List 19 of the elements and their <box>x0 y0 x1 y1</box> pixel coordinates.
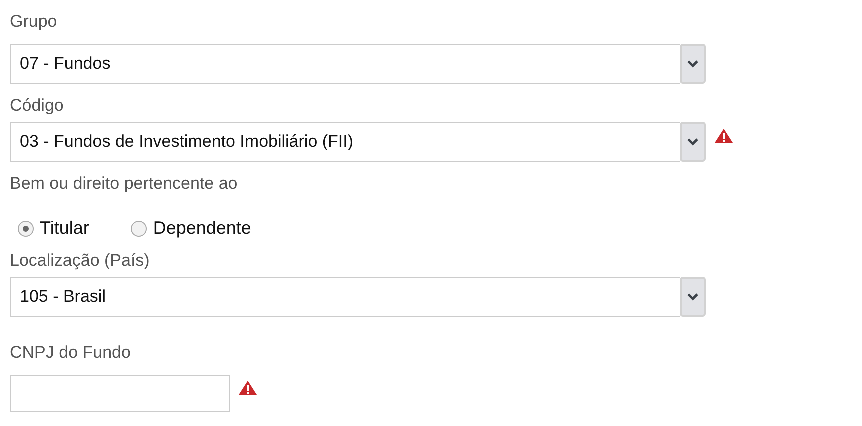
radio-option[interactable]: Titular <box>18 218 90 239</box>
input-field[interactable] <box>10 375 230 412</box>
dropdown-button[interactable] <box>680 277 706 317</box>
dropdown-field[interactable]: 03 - Fundos de Investimento Imobiliário (FII) <box>10 122 680 162</box>
chevron-down-icon <box>687 138 699 146</box>
dropdown-button[interactable] <box>680 44 706 84</box>
field-label: Grupo <box>10 11 58 33</box>
dropdown-field[interactable]: 07 - Fundos <box>10 44 680 84</box>
field-label: Código <box>10 95 64 117</box>
radio-button[interactable] <box>18 220 34 236</box>
chevron-down-icon <box>687 60 699 68</box>
field-label: Bem ou direito pertencente ao <box>10 173 238 195</box>
dropdown-field[interactable]: 105 - Brasil <box>10 277 680 317</box>
field-label: Localização (País) <box>10 250 150 272</box>
radio-button[interactable] <box>131 220 148 236</box>
radio-option[interactable]: Dependente <box>131 218 252 239</box>
field-label: CNPJ do Fundo <box>10 342 131 364</box>
dropdown-button[interactable] <box>680 122 706 162</box>
chevron-down-icon <box>687 293 699 301</box>
